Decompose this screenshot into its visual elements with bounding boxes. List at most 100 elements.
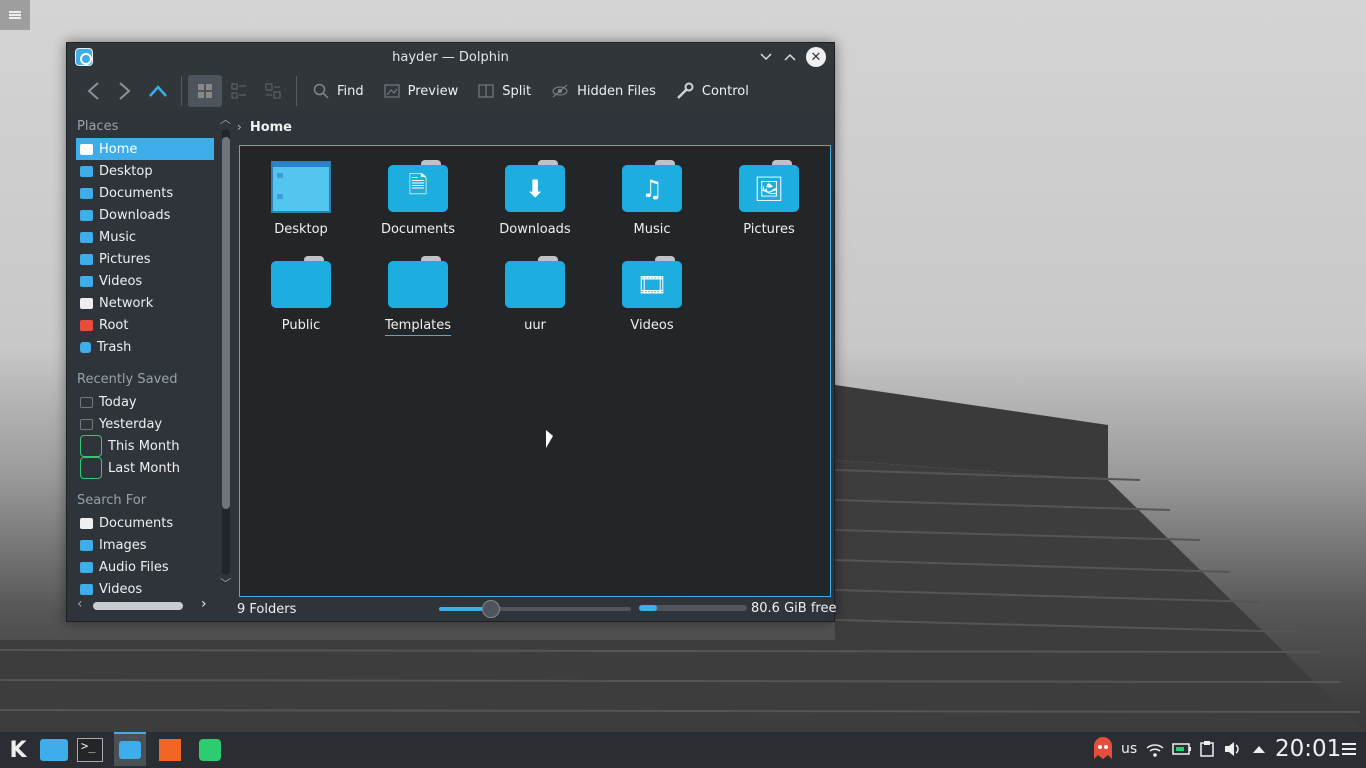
places-panel: Places Home Desktop Documents Downloads …	[67, 111, 233, 605]
titlebar[interactable]: hayder — Dolphin ✕	[67, 43, 834, 71]
find-button[interactable]: Find	[303, 75, 374, 107]
zoom-slider-handle[interactable]	[481, 600, 500, 618]
chevron-right-icon[interactable]: ›	[237, 120, 242, 134]
recently-saved-heading: Recently Saved	[77, 372, 178, 387]
up-button[interactable]	[141, 75, 175, 107]
file-item-pictures[interactable]: 🖼 Pictures	[719, 146, 819, 237]
sidebar-item-network[interactable]: Network	[76, 292, 214, 314]
zoom-slider[interactable]	[439, 600, 631, 618]
sidebar-item-search-documents[interactable]: Documents	[76, 512, 214, 534]
sidebar-item-desktop[interactable]: Desktop	[76, 160, 214, 182]
file-item-documents[interactable]: 🗎 Documents	[368, 146, 468, 237]
file-item-public[interactable]: Public	[251, 242, 351, 333]
sidebar-item-label: Last Month	[108, 460, 180, 476]
sidebar-item-today[interactable]: Today	[76, 391, 214, 413]
keyboard-layout[interactable]: us	[1121, 741, 1137, 757]
close-button[interactable]: ✕	[806, 47, 826, 67]
sidebar-item-label: Pictures	[99, 251, 151, 267]
free-space-bar[interactable]	[639, 605, 747, 611]
sidebar-item-downloads[interactable]: Downloads	[76, 204, 214, 226]
trash-icon	[80, 341, 91, 353]
sidebar-item-last-month[interactable]: Last Month	[76, 457, 214, 479]
chevron-up-icon[interactable]: ︿	[220, 111, 231, 127]
free-space-fill	[639, 605, 658, 611]
sidebar-item-search-images[interactable]: Images	[76, 534, 214, 556]
sidebar-item-this-month[interactable]: This Month	[76, 435, 214, 457]
sidebar-item-root[interactable]: Root	[76, 314, 214, 336]
chevron-left-icon[interactable]: ‹	[77, 596, 83, 612]
compact-view-button[interactable]	[222, 75, 256, 107]
dolphin-app-icon[interactable]	[75, 48, 93, 66]
sidebar-item-search-audio[interactable]: Audio Files	[76, 556, 214, 578]
preview-button[interactable]: Preview	[374, 75, 469, 107]
control-button[interactable]: Control	[666, 75, 759, 107]
sidebar-item-label: Videos	[99, 273, 143, 289]
sidebar-item-videos[interactable]: Videos	[76, 270, 214, 292]
file-item-desktop[interactable]: Desktop	[251, 146, 351, 237]
details-view-button[interactable]	[256, 75, 290, 107]
wifi-icon[interactable]	[1146, 742, 1164, 758]
chevron-up-icon	[784, 53, 796, 61]
clipboard-icon[interactable]	[1200, 741, 1214, 757]
sidebar-item-label: Documents	[99, 185, 174, 201]
back-button[interactable]	[77, 75, 109, 107]
sidebar-horizontal-scrollbar[interactable]: ‹ ›	[77, 596, 219, 613]
taskbar-file-manager[interactable]	[38, 734, 70, 766]
battery-icon[interactable]	[1172, 742, 1192, 756]
file-view[interactable]: Desktop 🗎 Documents ⬇ Downloads ♫ Music …	[239, 145, 831, 597]
breadcrumb-current[interactable]: Home	[250, 120, 292, 135]
ghost-icon[interactable]	[1092, 737, 1114, 761]
clock[interactable]: 20:01	[1275, 736, 1341, 762]
compact-view-icon	[231, 83, 246, 99]
file-item-label: Desktop	[274, 222, 328, 237]
scrollbar-thumb[interactable]	[222, 137, 230, 509]
taskbar-app-green[interactable]	[194, 734, 226, 766]
preview-label: Preview	[407, 83, 459, 99]
file-item-label: Templates	[384, 318, 452, 333]
application-launcher[interactable]: K	[2, 734, 34, 766]
volume-icon[interactable]	[1224, 741, 1242, 757]
eye-hidden-icon	[552, 84, 568, 98]
sidebar-vertical-scrollbar[interactable]: ︿ ﹀	[219, 111, 231, 593]
desktop-toolbox-button[interactable]	[0, 0, 30, 30]
calendar-icon	[80, 457, 102, 479]
file-item-downloads[interactable]: ⬇ Downloads	[485, 146, 585, 237]
sidebar-item-search-videos[interactable]: Videos	[76, 578, 214, 600]
window-title: hayder — Dolphin	[392, 49, 509, 65]
sidebar-item-trash[interactable]: Trash	[76, 336, 214, 358]
chevron-down-icon[interactable]: ﹀	[220, 575, 231, 591]
sidebar-item-music[interactable]: Music	[76, 226, 214, 248]
file-item-uur[interactable]: uur	[485, 242, 585, 333]
sidebar-item-pictures[interactable]: Pictures	[76, 248, 214, 270]
split-button[interactable]: Split	[468, 75, 541, 107]
maximize-button[interactable]	[780, 47, 800, 67]
minimize-button[interactable]	[756, 47, 776, 67]
terminal-icon: >_	[77, 738, 103, 762]
file-item-music[interactable]: ♫ Music	[602, 146, 702, 237]
taskbar-app-orange[interactable]	[154, 734, 186, 766]
music-folder-icon: ♫	[622, 160, 682, 212]
sidebar-item-home[interactable]: Home	[76, 138, 214, 160]
file-item-templates[interactable]: Templates	[368, 242, 468, 333]
forward-button[interactable]	[109, 75, 141, 107]
hidden-files-label: Hidden Files	[577, 83, 656, 99]
file-item-label: Music	[633, 222, 671, 237]
sidebar-item-documents[interactable]: Documents	[76, 182, 214, 204]
file-item-videos[interactable]: 🎞 Videos	[602, 242, 702, 333]
hamburger-icon[interactable]	[1342, 743, 1356, 755]
folder-count: 9 Folders	[237, 601, 297, 617]
breadcrumb[interactable]: › Home	[237, 115, 292, 139]
icons-view-button[interactable]	[188, 75, 222, 107]
hidden-files-button[interactable]: Hidden Files	[541, 75, 666, 107]
sidebar-item-yesterday[interactable]: Yesterday	[76, 413, 214, 435]
taskbar-terminal[interactable]: >_	[74, 734, 106, 766]
folder-icon	[119, 741, 141, 759]
file-item-label: Downloads	[499, 222, 571, 237]
document-icon	[80, 517, 93, 529]
sidebar-item-label: Network	[99, 295, 154, 311]
chevron-up-icon[interactable]	[1252, 744, 1266, 754]
taskbar-dolphin-task[interactable]	[114, 732, 146, 766]
chevron-right-icon[interactable]: ›	[201, 596, 207, 612]
sidebar-item-label: Today	[99, 394, 137, 410]
scrollbar-thumb[interactable]	[93, 602, 183, 610]
